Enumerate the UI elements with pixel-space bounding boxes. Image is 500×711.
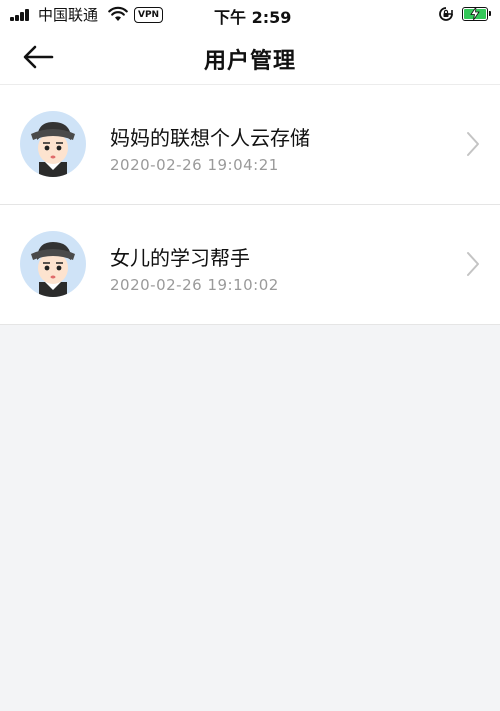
user-timestamp: 2020-02-26 19:10:02 [110, 276, 279, 294]
user-timestamp: 2020-02-26 19:04:21 [110, 156, 279, 174]
navigation-bar: 用户管理 [0, 30, 500, 85]
carrier-name: 中国联通 [38, 6, 99, 24]
user-name: 女儿的学习帮手 [110, 246, 250, 270]
wifi-icon [108, 6, 128, 21]
status-clock: 下午 2:59 [214, 8, 292, 27]
chevron-right-icon [467, 132, 479, 156]
battery-icon [462, 7, 491, 21]
user-name: 妈妈的联想个人云存储 [110, 126, 310, 150]
user-avatar-icon [20, 231, 86, 297]
user-list: 妈妈的联想个人云存储 2020-02-26 19:04:21 女儿的学习帮手 2… [0, 85, 500, 325]
rotation-lock-icon [439, 7, 453, 21]
vpn-badge: VPN [134, 7, 164, 23]
page-title: 用户管理 [203, 49, 296, 74]
signal-strength-icon [10, 9, 34, 21]
user-row[interactable]: 妈妈的联想个人云存储 2020-02-26 19:04:21 [0, 85, 500, 205]
user-avatar-icon [20, 111, 86, 177]
user-row[interactable]: 女儿的学习帮手 2020-02-26 19:10:02 [0, 205, 500, 325]
chevron-right-icon [467, 252, 479, 276]
status-bar: 中国联通 VPN 下午 2:59 [0, 0, 500, 30]
